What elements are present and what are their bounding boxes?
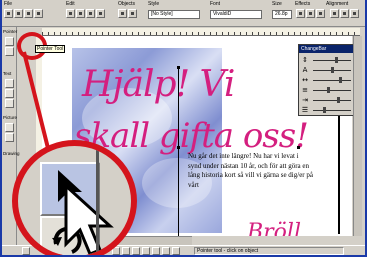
size-select[interactable]: 26.8p — [272, 10, 292, 19]
paste-button[interactable] — [86, 9, 95, 18]
underline-button[interactable] — [316, 9, 325, 18]
app-window: File Edit Objects Style Font Size Effect… — [2, 0, 365, 255]
undo-button[interactable] — [96, 9, 105, 18]
status-message: Pointer tool - click on object — [194, 247, 344, 255]
open-button[interactable] — [14, 9, 23, 18]
spacing-icon: ↔ — [302, 76, 308, 84]
file-label: File — [4, 1, 13, 7]
change-bar-row[interactable]: ↔ — [301, 76, 353, 85]
change-bar-row[interactable]: ⇕ — [301, 56, 353, 65]
spacing-slider-knob[interactable] — [339, 77, 342, 83]
guides-button[interactable] — [162, 247, 170, 255]
headline-tool-button[interactable] — [5, 89, 14, 98]
selection-handle[interactable] — [297, 146, 300, 149]
change-bar-row[interactable]: ☰ — [301, 106, 353, 115]
view-button[interactable] — [132, 247, 140, 255]
text-tool-button[interactable] — [5, 79, 14, 88]
selection-handle[interactable] — [177, 146, 180, 149]
baseline-slider[interactable] — [313, 90, 351, 91]
baseline-icon: ≡ — [302, 86, 308, 94]
new-document-button[interactable] — [4, 9, 13, 18]
pointer-tool-button[interactable] — [5, 37, 14, 46]
indent-icon: ⇥ — [302, 96, 308, 104]
indent-slider-knob[interactable] — [337, 97, 340, 103]
selection-guide — [178, 66, 179, 236]
change-bar-row[interactable]: ⇥ — [301, 96, 353, 105]
bottom-script-text[interactable]: Bröll — [247, 220, 301, 236]
height-slider[interactable] — [313, 60, 351, 61]
text-label: Text — [3, 71, 12, 76]
desktop-frame: File Edit Objects Style Font Size Effect… — [0, 0, 367, 257]
picture-label: Picture — [3, 115, 18, 120]
clipart-tool-button[interactable] — [5, 133, 14, 142]
change-bar-row[interactable]: ≡ — [301, 86, 353, 95]
horizontal-ruler — [42, 28, 360, 36]
italic-button[interactable] — [306, 9, 315, 18]
size-label: Size — [272, 1, 282, 7]
change-bar-palette[interactable]: ChangeBar ⇕ A ↔ ≡ ⇥ ☰ — [298, 44, 356, 116]
layout-button[interactable] — [142, 247, 150, 255]
print-button[interactable] — [34, 9, 43, 18]
cut-button[interactable] — [66, 9, 75, 18]
baseline-slider-knob[interactable] — [327, 87, 330, 93]
page-margin-line — [338, 116, 340, 234]
picture-tool-button[interactable] — [5, 123, 14, 132]
mouse-cursor-icon — [64, 182, 114, 255]
style-label: Style — [148, 1, 160, 7]
pointer-tooltip: Pointer Tool — [35, 45, 66, 53]
edit-label: Edit — [66, 1, 75, 7]
font-label: Font — [210, 1, 221, 7]
ungroup-button[interactable] — [128, 9, 137, 18]
font-select[interactable]: VivaldiD — [210, 10, 262, 19]
height-icon: ⇕ — [302, 56, 308, 64]
grid-button[interactable] — [152, 247, 160, 255]
align-right-button[interactable] — [350, 9, 359, 18]
rotate-tool-button[interactable] — [5, 47, 14, 56]
indent-slider[interactable] — [313, 100, 351, 101]
selection-handle[interactable] — [177, 66, 180, 69]
height-slider-knob[interactable] — [335, 57, 338, 63]
line-spacing-icon: ☰ — [301, 106, 309, 114]
magnified-palette — [18, 146, 131, 255]
width-slider-knob[interactable] — [331, 67, 334, 73]
magnifier-large-circle — [12, 140, 137, 255]
style-select[interactable]: [No Style] — [148, 10, 200, 19]
body-text-frame[interactable]: Nu går det inte längre! Nu har vi levat … — [188, 152, 313, 190]
group-button[interactable] — [118, 9, 127, 18]
line-spacing-slider[interactable] — [313, 110, 351, 111]
vertical-scrollbar[interactable] — [353, 36, 362, 236]
objects-label: Objects — [118, 1, 135, 7]
magnified-palette-edge — [96, 146, 99, 255]
toolbar: File Edit Objects Style Font Size Effect… — [2, 0, 365, 27]
bold-button[interactable] — [296, 9, 305, 18]
copy-button[interactable] — [76, 9, 85, 18]
spacing-slider[interactable] — [313, 80, 351, 81]
alignment-label: Alignment — [326, 1, 349, 7]
align-center-button[interactable] — [340, 9, 349, 18]
line-spacing-slider-knob[interactable] — [323, 107, 326, 113]
align-left-button[interactable] — [330, 9, 339, 18]
save-button[interactable] — [24, 9, 33, 18]
table-tool-button[interactable] — [5, 99, 14, 108]
change-bar-title[interactable]: ChangeBar — [299, 45, 355, 53]
change-bar-row[interactable]: A — [301, 66, 353, 75]
letter-a-icon: A — [302, 66, 308, 74]
headline-line-1[interactable]: Hjälp! Vi — [82, 64, 235, 105]
pointer-label: Pointer — [3, 29, 18, 34]
preview-button[interactable] — [172, 247, 180, 255]
effects-label: Effects — [295, 1, 311, 7]
